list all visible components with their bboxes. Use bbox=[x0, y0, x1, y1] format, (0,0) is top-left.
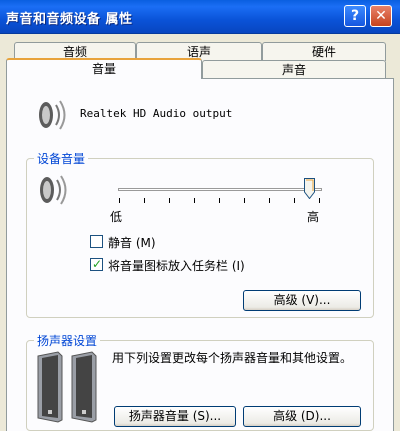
speaker-settings-title: 扬声器设置 bbox=[34, 332, 101, 349]
mute-label: 静音 (M) bbox=[108, 236, 156, 250]
slider-tick bbox=[194, 198, 195, 203]
speaker-icon bbox=[36, 97, 68, 136]
volume-advanced-button[interactable]: 高级 (V)... bbox=[243, 290, 361, 311]
help-button[interactable]: ? bbox=[344, 5, 366, 27]
mute-checkbox[interactable] bbox=[90, 235, 103, 248]
speakers-icon bbox=[36, 350, 100, 427]
volume-slider-track[interactable] bbox=[118, 188, 322, 191]
checkmark-icon: ✓ bbox=[92, 257, 103, 271]
slider-tick bbox=[244, 198, 245, 203]
slider-tick bbox=[219, 198, 220, 203]
speaker-advanced-button[interactable]: 高级 (D)... bbox=[243, 406, 361, 427]
window-title: 声音和音频设备 属性 bbox=[6, 12, 133, 27]
speaker-settings-description: 用下列设置更改每个扬声器音量和其他设置。 bbox=[112, 351, 353, 365]
tray-icon-label: 将音量图标放入任务栏 (I) bbox=[108, 259, 245, 273]
volume-slider-thumb[interactable] bbox=[304, 178, 315, 200]
device-volume-title: 设备音量 bbox=[34, 150, 89, 167]
slider-tick bbox=[294, 198, 295, 203]
slider-tick bbox=[119, 198, 120, 203]
slider-tick bbox=[319, 198, 320, 203]
slider-tick bbox=[169, 198, 170, 203]
close-button[interactable]: ✕ bbox=[370, 5, 392, 27]
slider-tick bbox=[144, 198, 145, 203]
speaker-icon bbox=[37, 172, 69, 211]
tray-icon-checkbox[interactable]: ✓ bbox=[90, 257, 103, 271]
tab-volume[interactable]: 音量 bbox=[6, 58, 202, 79]
slider-tick bbox=[269, 198, 270, 203]
device-name: Realtek HD Audio output bbox=[80, 107, 233, 120]
tab-hardware[interactable]: 硬件 bbox=[262, 42, 386, 61]
volume-high-label: 高 bbox=[307, 210, 320, 224]
title-bar: 声音和音频设备 属性 ? ✕ bbox=[0, 0, 400, 34]
speaker-volume-button[interactable]: 扬声器音量 (S)... bbox=[114, 406, 236, 427]
tab-sounds[interactable]: 声音 bbox=[202, 60, 386, 79]
volume-low-label: 低 bbox=[110, 210, 123, 224]
